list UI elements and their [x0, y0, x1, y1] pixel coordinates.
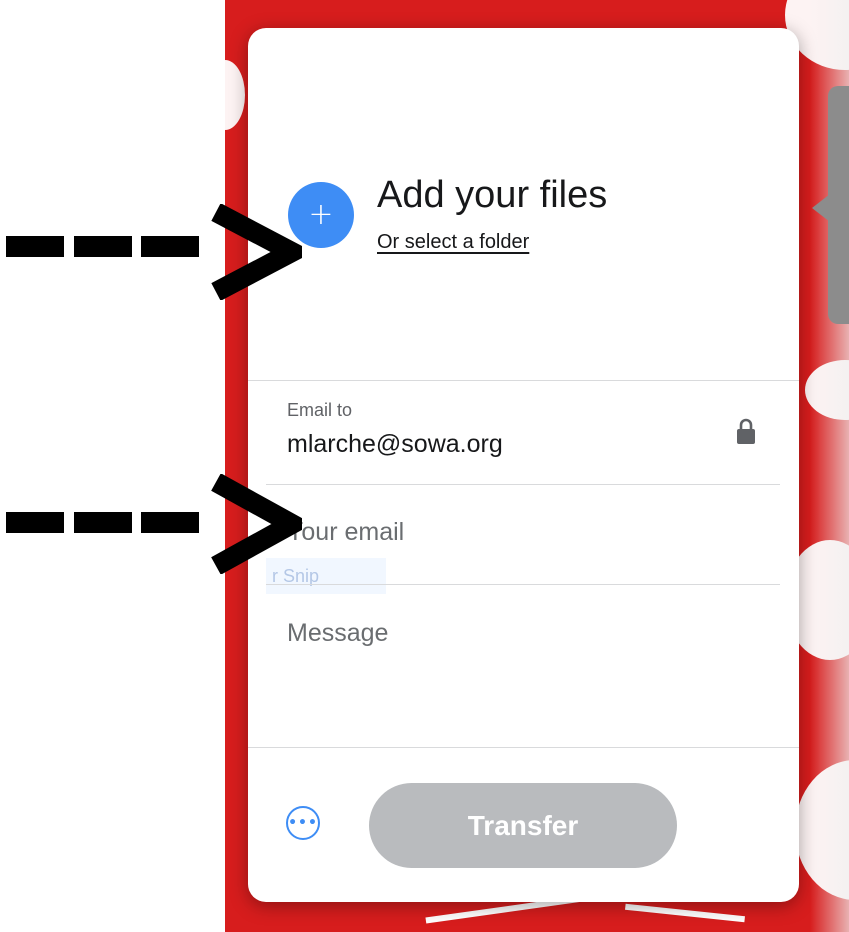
divider	[248, 747, 799, 748]
divider	[266, 584, 780, 585]
background-shape	[625, 903, 745, 923]
side-panel-pointer	[812, 194, 830, 222]
more-icon: •••	[288, 815, 318, 831]
email-to-label: Email to	[287, 400, 353, 420]
transfer-button[interactable]: Transfer	[369, 783, 677, 868]
side-panel-tab[interactable]	[828, 86, 849, 324]
annotation-dash	[6, 512, 64, 533]
divider	[266, 484, 780, 485]
annotation-chevron	[211, 474, 302, 574]
lock-icon[interactable]	[736, 418, 756, 446]
message-field[interactable]: Message	[287, 619, 767, 648]
add-files-title[interactable]: Add your files	[377, 174, 607, 217]
select-folder-link[interactable]: Or select a folder	[377, 231, 529, 254]
more-options-button[interactable]: •••	[286, 806, 320, 840]
annotation-dash	[141, 236, 199, 257]
email-to-field[interactable]: mlarche@sowa.org	[287, 430, 503, 459]
divider	[248, 380, 799, 381]
background-shape	[225, 60, 245, 130]
annotation-dash	[141, 512, 199, 533]
annotation-chevron	[211, 204, 302, 300]
annotation-dash	[6, 236, 64, 257]
annotation-dash	[74, 512, 132, 533]
plus-icon: +	[308, 197, 334, 232]
your-email-field[interactable]: Your email	[287, 518, 767, 547]
annotation-dash	[74, 236, 132, 257]
transfer-card: + Add your files Or select a folder Emai…	[248, 28, 799, 902]
